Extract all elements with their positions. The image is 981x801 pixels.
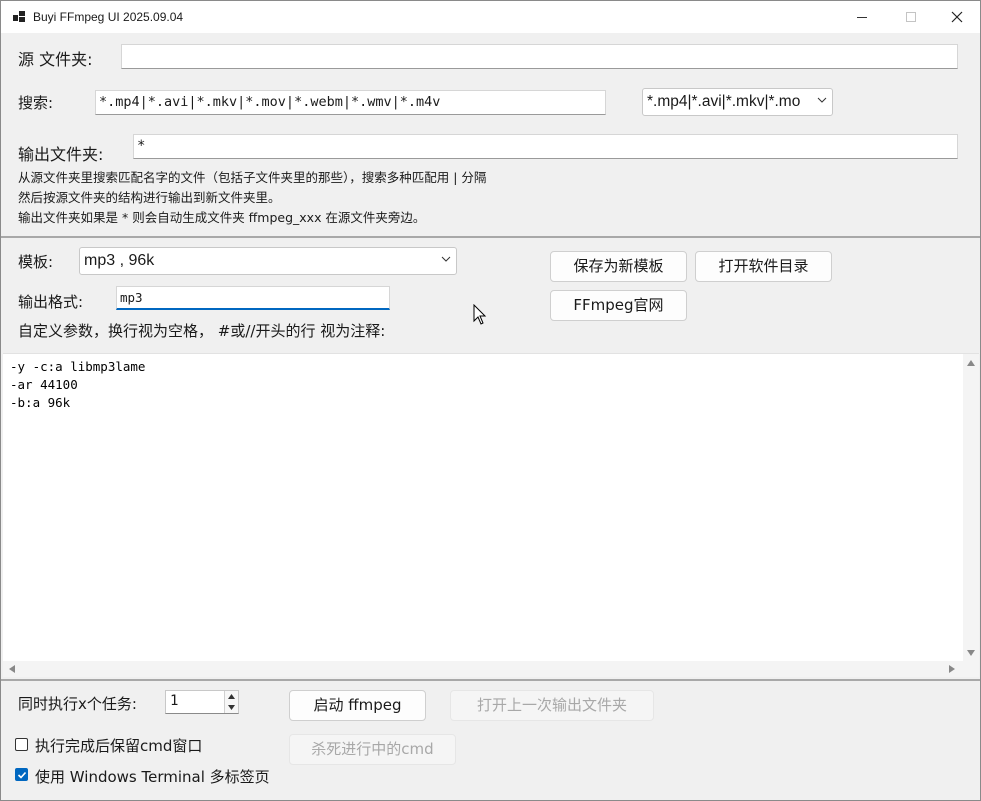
params-textarea[interactable]: -y -c:a libmp3lame -ar 44100 -b:a 96k bbox=[3, 353, 979, 677]
tasks-value: 1 bbox=[170, 693, 179, 709]
source-folder-input[interactable] bbox=[121, 44, 958, 69]
output-folder-input[interactable]: * bbox=[133, 134, 958, 159]
chevron-up-icon bbox=[228, 694, 235, 699]
scroll-down-icon[interactable] bbox=[967, 650, 975, 656]
section-separator bbox=[1, 236, 980, 238]
windows-terminal-label: 使用 Windows Terminal 多标签页 bbox=[35, 768, 270, 786]
mouse-cursor-icon bbox=[473, 304, 487, 325]
chevron-down-icon bbox=[441, 256, 451, 262]
search-label: 搜索: bbox=[18, 94, 54, 112]
app-window: Buyi FFmpeg UI 2025.09.04 源 文件夹: 搜索: *.m… bbox=[0, 0, 981, 801]
scroll-right-icon[interactable] bbox=[949, 665, 955, 673]
output-format-label: 输出格式: bbox=[18, 293, 84, 311]
checkmark-icon bbox=[17, 771, 27, 779]
output-format-input[interactable]: mp3 bbox=[116, 286, 390, 310]
search-preset-dropdown[interactable]: *.mp4|*.avi|*.mkv|*.mo bbox=[642, 88, 833, 116]
source-folder-label: 源 文件夹: bbox=[18, 50, 93, 69]
output-folder-label: 输出文件夹: bbox=[18, 145, 104, 164]
title-bar: Buyi FFmpeg UI 2025.09.04 bbox=[1, 1, 980, 33]
horizontal-scrollbar[interactable] bbox=[3, 661, 979, 677]
stepper-up-button[interactable] bbox=[224, 691, 238, 702]
close-icon bbox=[951, 11, 963, 23]
help-line-1: 从源文件夹里搜索匹配名字的文件（包括子文件夹里的那些），搜索多种匹配用 | 分隔 bbox=[18, 170, 487, 185]
minimize-button[interactable] bbox=[839, 1, 885, 33]
chevron-down-icon bbox=[228, 705, 235, 710]
scroll-up-icon[interactable] bbox=[967, 360, 975, 366]
bottom-separator bbox=[1, 679, 980, 681]
template-value: mp3 , 96k bbox=[84, 252, 155, 269]
save-template-button[interactable]: 保存为新模板 bbox=[550, 251, 687, 282]
scroll-left-icon[interactable] bbox=[9, 665, 15, 673]
tasks-stepper[interactable]: 1 bbox=[165, 690, 239, 714]
window-title: Buyi FFmpeg UI 2025.09.04 bbox=[33, 10, 184, 24]
minimize-icon bbox=[857, 17, 867, 18]
vertical-scrollbar[interactable] bbox=[963, 354, 979, 662]
windows-terminal-checkbox[interactable] bbox=[15, 768, 28, 781]
tasks-label: 同时执行x个任务: bbox=[18, 695, 137, 713]
kill-cmd-button[interactable]: 杀死进行中的cmd bbox=[289, 734, 456, 765]
params-text: -y -c:a libmp3lame -ar 44100 -b:a 96k bbox=[10, 359, 146, 410]
search-input[interactable]: *.mp4|*.avi|*.mkv|*.mov|*.webm|*.wmv|*.m… bbox=[95, 90, 606, 115]
ffmpeg-site-button[interactable]: FFmpeg官网 bbox=[550, 290, 687, 321]
template-dropdown[interactable]: mp3 , 96k bbox=[79, 247, 457, 275]
keep-cmd-label: 执行完成后保留cmd窗口 bbox=[35, 737, 203, 755]
chevron-down-icon bbox=[817, 95, 827, 105]
search-preset-value: *.mp4|*.avi|*.mkv|*.mo bbox=[647, 93, 801, 110]
params-label: 自定义参数，换行视为空格， #或//开头的行 视为注释: bbox=[18, 322, 386, 340]
app-icon bbox=[13, 11, 25, 23]
close-button[interactable] bbox=[933, 1, 979, 33]
open-app-dir-button[interactable]: 打开软件目录 bbox=[695, 251, 832, 282]
stepper-down-button[interactable] bbox=[224, 702, 238, 713]
help-line-2: 然后按源文件夹的结构进行输出到新文件夹里。 bbox=[18, 190, 281, 205]
keep-cmd-checkbox[interactable] bbox=[15, 738, 28, 751]
template-label: 模板: bbox=[18, 253, 54, 271]
start-ffmpeg-button[interactable]: 启动 ffmpeg bbox=[289, 690, 426, 721]
maximize-button[interactable] bbox=[887, 1, 933, 33]
open-last-output-button[interactable]: 打开上一次输出文件夹 bbox=[450, 690, 654, 721]
maximize-icon bbox=[906, 12, 916, 22]
help-line-3: 输出文件夹如果是 * 则会自动生成文件夹 ffmpeg_xxx 在源文件夹旁边。 bbox=[18, 210, 426, 225]
